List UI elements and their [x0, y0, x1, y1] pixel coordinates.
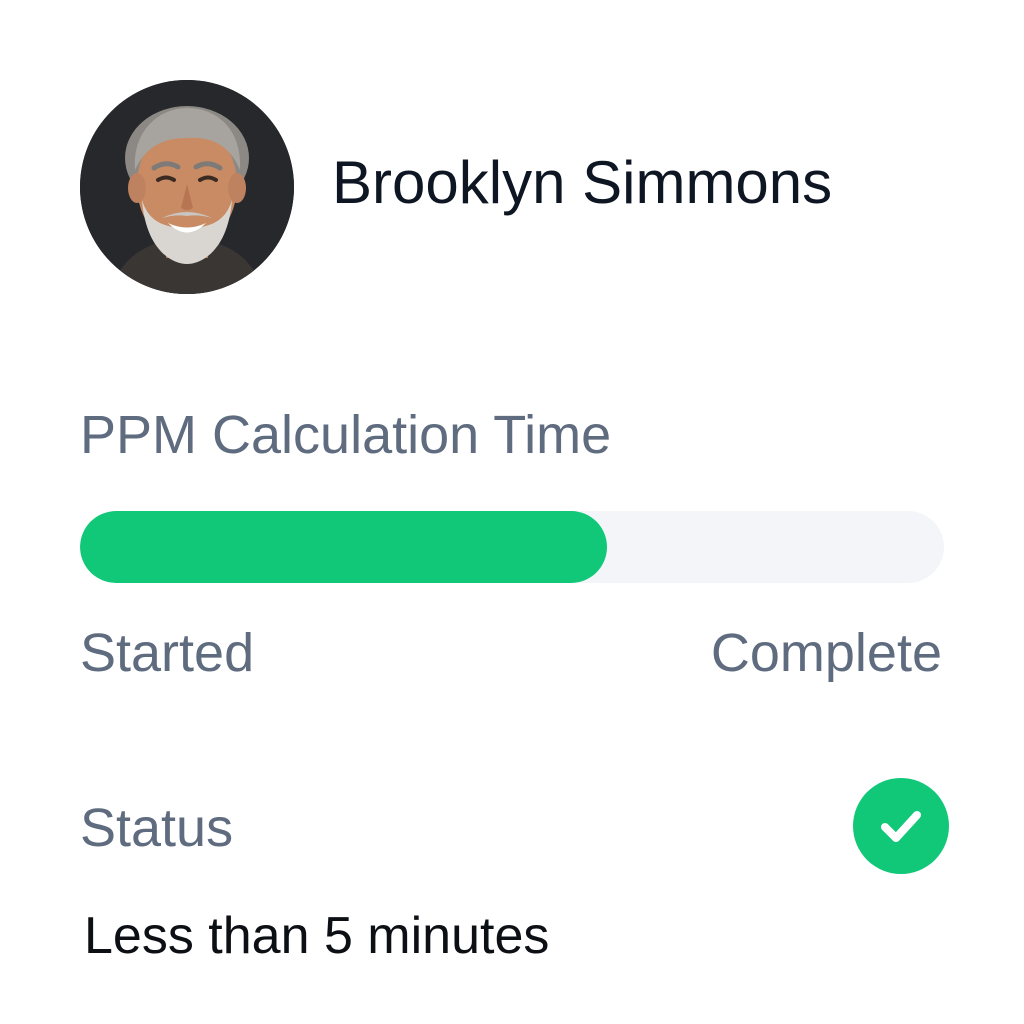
avatar-photo-icon: [80, 80, 294, 294]
progress-bar: [80, 511, 944, 583]
progress-end-label: Complete: [710, 623, 942, 683]
checkmark-icon: [881, 811, 921, 842]
metric-title: PPM Calculation Time: [80, 405, 612, 465]
profile-card: Brooklyn Simmons PPM Calculation Time St…: [0, 0, 1024, 1024]
user-name: Brooklyn Simmons: [332, 149, 833, 216]
status-label: Status: [80, 798, 234, 858]
progress-start-label: Started: [80, 623, 255, 683]
status-value: Less than 5 minutes: [84, 907, 550, 965]
avatar[interactable]: [80, 80, 294, 294]
progress-fill: [80, 511, 608, 583]
check-circle-icon: [853, 778, 949, 874]
